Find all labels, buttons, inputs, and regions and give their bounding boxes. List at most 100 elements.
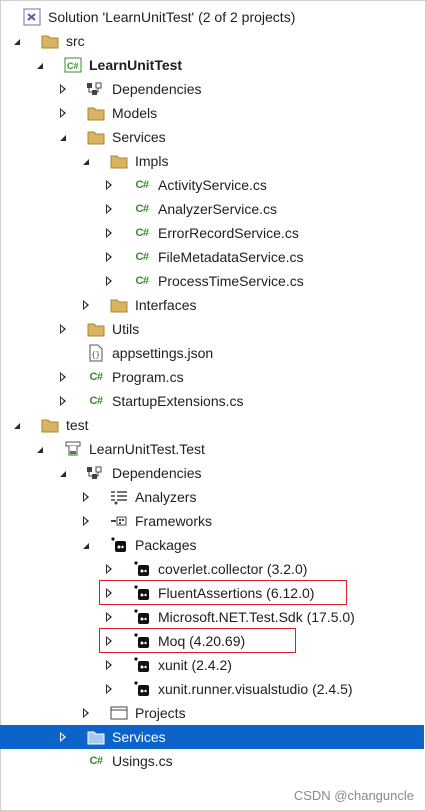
tree-item-label: Moq (4.20.69) — [158, 633, 246, 649]
csharp-file-icon: C# — [135, 251, 149, 263]
tree-item-label: FluentAssertions (6.12.0) — [158, 585, 315, 601]
tree-item-project-test[interactable]: LearnUnitTest.Test — [0, 437, 424, 461]
expand-arrow-icon[interactable] — [77, 509, 95, 533]
tree-item-pkg-coverlet[interactable]: coverlet.collector (3.2.0) — [0, 557, 424, 581]
tree-item-pkg-fluent[interactable]: FluentAssertions (6.12.0) — [0, 581, 424, 605]
frameworks-icon — [109, 511, 129, 531]
tree-item-solution[interactable]: Solution 'LearnUnitTest' (2 of 2 project… — [0, 5, 424, 29]
expand-arrow-icon[interactable] — [100, 605, 118, 629]
tree-item-packages[interactable]: Packages — [0, 533, 424, 557]
dependencies-icon — [86, 79, 106, 99]
tree-item-error-record-service[interactable]: C# ErrorRecordService.cs — [0, 221, 424, 245]
expand-arrow-icon[interactable] — [54, 365, 72, 389]
expand-arrow-icon[interactable] — [54, 725, 72, 749]
collapse-arrow-icon[interactable] — [31, 53, 49, 77]
tree-item-label: Utils — [112, 321, 140, 337]
collapse-arrow-icon[interactable] — [8, 29, 26, 53]
tree-item-usings[interactable]: C# Usings.cs — [0, 749, 424, 773]
tree-item-analyzer-service[interactable]: C# AnalyzerService.cs — [0, 197, 424, 221]
expand-arrow-icon[interactable] — [77, 485, 95, 509]
tree-item-test-dependencies[interactable]: Dependencies — [0, 461, 424, 485]
watermark: CSDN @changuncle — [293, 788, 414, 803]
tree-item-project-main[interactable]: C# LearnUnitTest — [0, 53, 424, 77]
expand-arrow-icon[interactable] — [100, 677, 118, 701]
collapse-arrow-icon[interactable] — [77, 533, 95, 557]
csharp-file-icon: C# — [135, 203, 149, 215]
tree-item-pkg-testsdk[interactable]: Microsoft.NET.Test.Sdk (17.5.0) — [0, 605, 424, 629]
dependencies-icon — [86, 463, 106, 483]
package-icon — [132, 631, 152, 651]
tree-item-label: Packages — [135, 537, 197, 553]
collapse-arrow-icon[interactable] — [54, 461, 72, 485]
expand-arrow-icon[interactable] — [100, 557, 118, 581]
csharp-project-icon: C# — [63, 55, 83, 75]
tree-item-pkg-xunit-runner[interactable]: xunit.runner.visualstudio (2.4.5) — [0, 677, 424, 701]
expand-arrow-icon[interactable] — [54, 77, 72, 101]
tree-item-test[interactable]: test — [0, 413, 424, 437]
tree-item-src[interactable]: src — [0, 29, 424, 53]
expand-arrow-icon[interactable] — [100, 581, 118, 605]
csharp-file-icon: C# — [135, 227, 149, 239]
tree-item-appsettings[interactable]: {} appsettings.json — [0, 341, 424, 365]
tree-item-label: Dependencies — [112, 465, 202, 481]
folder-icon — [86, 727, 106, 747]
tree-item-label: Usings.cs — [112, 753, 173, 769]
folder-icon — [109, 295, 129, 315]
tree-item-program[interactable]: C# Program.cs — [0, 365, 424, 389]
json-file-icon: {} — [86, 343, 106, 363]
tree-item-startup-extensions[interactable]: C# StartupExtensions.cs — [0, 389, 424, 413]
expand-arrow-icon[interactable] — [100, 269, 118, 293]
expand-arrow-icon[interactable] — [54, 101, 72, 125]
analyzers-icon — [109, 487, 129, 507]
package-icon — [132, 607, 152, 627]
collapse-arrow-icon[interactable] — [54, 125, 72, 149]
expand-arrow-icon[interactable] — [54, 317, 72, 341]
solution-icon — [22, 7, 42, 27]
tree-item-dependencies[interactable]: Dependencies — [0, 77, 424, 101]
tree-item-pkg-xunit[interactable]: xunit (2.4.2) — [0, 653, 424, 677]
expand-arrow-icon[interactable] — [77, 701, 95, 725]
tree-item-projects[interactable]: Projects — [0, 701, 424, 725]
tree-item-test-services[interactable]: Services — [0, 725, 424, 749]
tree-item-models[interactable]: Models — [0, 101, 424, 125]
package-icon — [132, 679, 152, 699]
tree-item-interfaces[interactable]: Interfaces — [0, 293, 424, 317]
tree-item-process-time-service[interactable]: C# ProcessTimeService.cs — [0, 269, 424, 293]
tree-item-label: LearnUnitTest — [89, 57, 183, 73]
expand-arrow-icon[interactable] — [100, 173, 118, 197]
folder-icon — [86, 103, 106, 123]
expand-arrow-icon[interactable] — [100, 629, 118, 653]
tree-item-label: ActivityService.cs — [158, 177, 267, 193]
tree-item-impls[interactable]: Impls — [0, 149, 424, 173]
tree-item-label: FileMetadataService.cs — [158, 249, 304, 265]
svg-text:{}: {} — [92, 352, 100, 360]
tree-item-pkg-moq[interactable]: Moq (4.20.69) — [0, 629, 424, 653]
collapse-arrow-icon[interactable] — [31, 437, 49, 461]
tree-item-label: LearnUnitTest.Test — [89, 441, 205, 457]
expand-arrow-icon[interactable] — [100, 197, 118, 221]
tree-item-analyzers[interactable]: Analyzers — [0, 485, 424, 509]
expand-arrow-icon[interactable] — [100, 653, 118, 677]
csharp-file-icon: C# — [89, 755, 103, 767]
collapse-arrow-icon[interactable] — [77, 149, 95, 173]
expand-arrow-icon[interactable] — [54, 389, 72, 413]
tree-item-activity-service[interactable]: C# ActivityService.cs — [0, 173, 424, 197]
tree-item-label: coverlet.collector (3.2.0) — [158, 561, 308, 577]
tree-item-label: Frameworks — [135, 513, 213, 529]
tree-item-file-metadata-service[interactable]: C# FileMetadataService.cs — [0, 245, 424, 269]
tree-item-label: StartupExtensions.cs — [112, 393, 244, 409]
expand-arrow-icon[interactable] — [100, 245, 118, 269]
tree-item-label: ProcessTimeService.cs — [158, 273, 304, 289]
tree-item-services[interactable]: Services — [0, 125, 424, 149]
expand-arrow-icon[interactable] — [77, 293, 95, 317]
tree-item-utils[interactable]: Utils — [0, 317, 424, 341]
tree-item-label: Dependencies — [112, 81, 202, 97]
expand-arrow-icon[interactable] — [100, 221, 118, 245]
tree-item-label: AnalyzerService.cs — [158, 201, 278, 217]
tree-item-label: Program.cs — [112, 369, 184, 385]
projects-icon — [109, 703, 129, 723]
collapse-arrow-icon[interactable] — [8, 413, 26, 437]
tree-item-frameworks[interactable]: Frameworks — [0, 509, 424, 533]
tree-item-label: xunit.runner.visualstudio (2.4.5) — [158, 681, 353, 697]
tree-item-label: Microsoft.NET.Test.Sdk (17.5.0) — [158, 609, 355, 625]
